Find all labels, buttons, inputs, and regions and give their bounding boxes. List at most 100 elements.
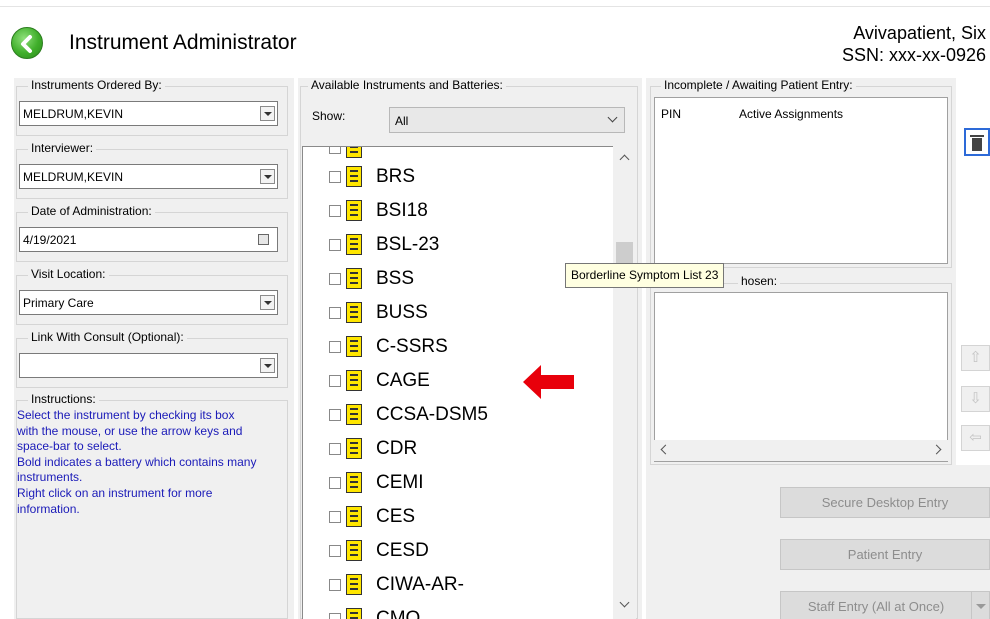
instruments-label: Available Instruments and Batteries: — [308, 78, 506, 92]
list-item[interactable]: CES — [303, 499, 613, 533]
chevron-down-icon[interactable] — [260, 295, 275, 310]
consult-select[interactable] — [19, 353, 278, 378]
chevron-down-icon[interactable] — [260, 106, 275, 121]
instrument-list[interactable]: BRS BSI18 BSL-23 BSS BUSS C-SSRS CAGE CC… — [302, 146, 636, 619]
move-down-button[interactable]: ⇩ — [961, 386, 990, 412]
ordered-by-select[interactable]: MELDRUM,KEVIN — [19, 101, 278, 126]
instrument-label: BSI18 — [376, 200, 428, 221]
arrow-up-icon: ⇧ — [969, 349, 982, 366]
instrument-checkbox[interactable] — [329, 171, 341, 183]
remove-button[interactable]: ⇦ — [961, 425, 990, 451]
tooltip: Borderline Symptom List 23 — [565, 263, 725, 288]
delete-assignment-button[interactable] — [964, 128, 990, 156]
app-title: Instrument Administrator — [69, 31, 297, 54]
interviewer-value: MELDRUM,KEVIN — [23, 170, 124, 184]
instrument-checkbox[interactable] — [329, 273, 341, 285]
chevron-down-icon[interactable] — [260, 358, 275, 373]
chevron-down-icon[interactable] — [607, 112, 618, 123]
visit-location-value: Primary Care — [23, 296, 94, 310]
calendar-icon[interactable] — [258, 234, 269, 245]
instructions-line: with the mouse, or use the arrow keys an… — [17, 423, 243, 438]
staff-entry-button[interactable]: Staff Entry (All at Once) — [780, 591, 990, 619]
list-item[interactable]: CDR — [303, 431, 613, 465]
instrument-checkbox[interactable] — [329, 477, 341, 489]
list-item[interactable]: BRS — [303, 159, 613, 193]
column-header-active-assignments[interactable]: Active Assignments — [739, 107, 843, 121]
patient-entry-button[interactable]: Patient Entry — [780, 539, 990, 570]
instrument-checkbox[interactable] — [329, 205, 341, 217]
chosen-list[interactable] — [654, 292, 948, 462]
instrument-checkbox[interactable] — [329, 147, 341, 154]
instrument-label: CES — [376, 506, 416, 527]
instrument-doc-icon — [346, 234, 362, 255]
back-arrow-icon[interactable] — [11, 27, 43, 59]
show-filter-select[interactable]: All — [389, 107, 625, 133]
scroll-left-icon[interactable] — [660, 444, 671, 455]
instrument-checkbox[interactable] — [329, 579, 341, 591]
trash-icon — [972, 138, 982, 151]
instrument-doc-icon — [346, 147, 362, 158]
instrument-label: CAGE — [376, 370, 430, 391]
list-item[interactable]: CCSA-DSM5 — [303, 397, 613, 431]
instrument-checkbox[interactable] — [329, 545, 341, 557]
instrument-list-scrollbar[interactable] — [613, 146, 636, 619]
chevron-down-icon[interactable] — [971, 592, 989, 619]
scroll-up-icon[interactable] — [619, 154, 630, 165]
consult-label: Link With Consult (Optional): — [28, 330, 187, 344]
instrument-checkbox[interactable] — [329, 613, 341, 619]
instrument-label: CCSA-DSM5 — [376, 404, 488, 425]
list-item[interactable]: BSL-23 — [303, 227, 613, 261]
instructions-line: instruments. — [17, 470, 83, 485]
chosen-list-hscrollbar[interactable] — [654, 440, 948, 461]
chevron-down-icon[interactable] — [260, 169, 275, 184]
instrument-checkbox[interactable] — [329, 375, 341, 387]
instrument-checkbox[interactable] — [329, 511, 341, 523]
instrument-label: BUSS — [376, 302, 428, 323]
instrument-checkbox[interactable] — [329, 307, 341, 319]
show-filter-value: All — [395, 114, 409, 128]
instrument-doc-icon — [346, 506, 362, 527]
red-arrow-icon — [523, 365, 574, 399]
list-item[interactable]: CESD — [303, 533, 613, 567]
instrument-doc-icon — [346, 302, 362, 323]
instructions-line: space-bar to select. — [17, 439, 122, 454]
incomplete-label: Incomplete / Awaiting Patient Entry: — [661, 78, 856, 92]
instructions-line: Right click on an instrument for more — [17, 485, 213, 500]
interviewer-select[interactable]: MELDRUM,KEVIN — [19, 164, 278, 189]
instrument-checkbox[interactable] — [329, 341, 341, 353]
patient-ssn: SSN: xxx-xx-0926 — [841, 45, 986, 65]
instrument-label: CIWA-AR- — [376, 574, 464, 595]
date-value: 4/19/2021 — [23, 233, 77, 247]
list-item[interactable]: C-SSRS — [303, 329, 613, 363]
instrument-doc-icon — [346, 540, 362, 561]
visit-location-select[interactable]: Primary Care — [19, 290, 278, 315]
instrument-label: BRS — [376, 166, 416, 187]
scroll-right-icon[interactable] — [931, 444, 942, 455]
instrument-doc-icon — [346, 438, 362, 459]
instrument-checkbox[interactable] — [329, 409, 341, 421]
list-item[interactable]: CIWA-AR- — [303, 567, 613, 601]
incomplete-list[interactable]: PIN Active Assignments — [654, 97, 948, 264]
instrument-label: CMQ — [376, 608, 421, 619]
instrument-doc-icon — [346, 472, 362, 493]
list-item[interactable]: BUSS — [303, 295, 613, 329]
top-divider — [0, 6, 990, 7]
instrument-doc-icon — [346, 200, 362, 221]
secure-desktop-entry-button[interactable]: Secure Desktop Entry — [780, 487, 990, 518]
list-item[interactable]: BSI18 — [303, 193, 613, 227]
instrument-checkbox[interactable] — [329, 443, 341, 455]
date-picker[interactable]: 4/19/2021 — [19, 227, 278, 252]
column-header-pin[interactable]: PIN — [661, 107, 681, 121]
instrument-label: BSL-23 — [376, 234, 440, 255]
move-up-button[interactable]: ⇧ — [961, 345, 990, 371]
ordered-by-label: Instruments Ordered By: — [28, 78, 165, 92]
instructions-line: Select the instrument by checking its bo… — [17, 408, 235, 422]
instrument-checkbox[interactable] — [329, 239, 341, 251]
instrument-label: C-SSRS — [376, 336, 448, 357]
instrument-doc-icon — [346, 268, 362, 289]
instrument-doc-icon — [346, 166, 362, 187]
list-item[interactable]: CMQ — [303, 601, 613, 619]
scroll-down-icon[interactable] — [619, 597, 630, 608]
arrow-down-icon: ⇩ — [969, 390, 982, 407]
list-item[interactable]: CEMI — [303, 465, 613, 499]
